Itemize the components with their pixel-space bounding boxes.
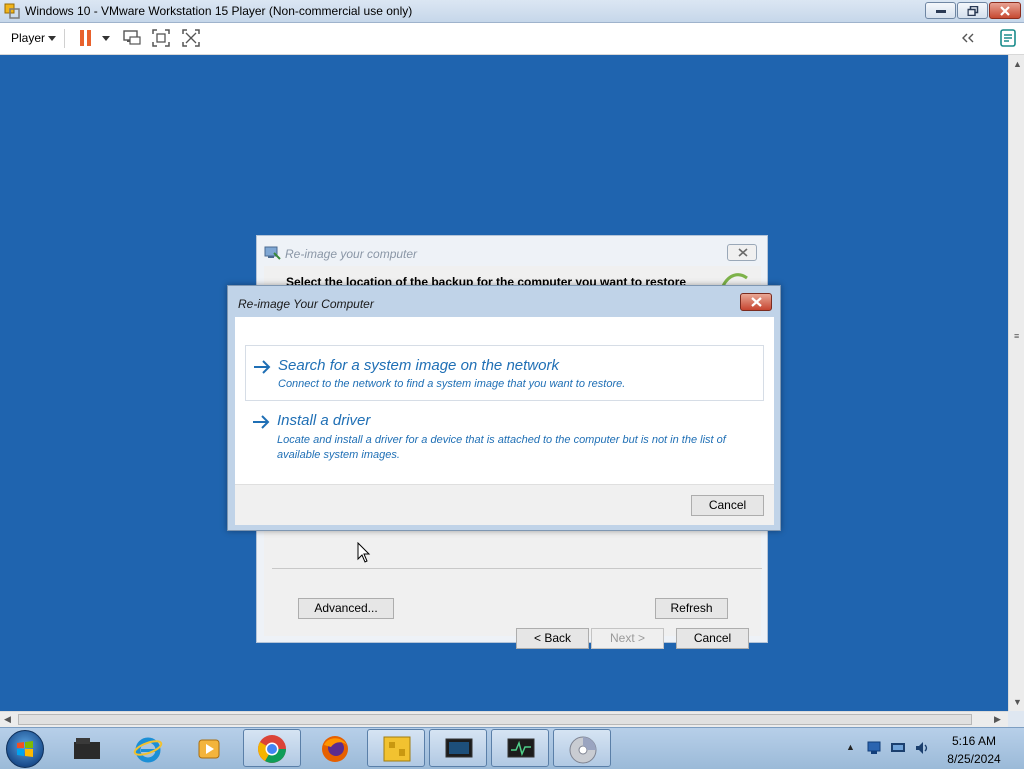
taskbar-disc-app[interactable] (553, 729, 611, 767)
backup-icon (264, 246, 281, 260)
wizard-title: Re-image your computer (285, 247, 418, 261)
taskbar: ▲ 5:16 AM 8/25/2024 (0, 727, 1024, 769)
next-button[interactable]: Next > (591, 628, 664, 649)
notes-icon[interactable] (998, 28, 1018, 48)
taskbar-app-yellow[interactable] (367, 729, 425, 767)
arrow-right-icon (253, 415, 270, 429)
option-title: Search for a system image on the network (278, 357, 559, 374)
option-install-driver[interactable]: Install a driver Locate and install a dr… (245, 404, 764, 468)
pause-icon (80, 30, 84, 46)
horizontal-scroll-thumb[interactable] (18, 714, 972, 725)
taskbar-firefox[interactable] (306, 729, 364, 767)
tray-display-icon[interactable] (890, 740, 906, 756)
restore-icon (967, 5, 978, 16)
tray-volume-icon[interactable] (914, 740, 930, 756)
media-player-icon (198, 739, 220, 759)
scroll-grip-icon[interactable]: ≡ (1014, 331, 1019, 341)
disc-icon (569, 736, 597, 764)
close-icon (751, 297, 762, 307)
minimize-icon (935, 9, 946, 13)
close-icon (1000, 5, 1010, 16)
option-description: Locate and install a driver for a device… (277, 434, 726, 461)
window-title: Windows 10 - VMware Workstation 15 Playe… (25, 4, 413, 18)
tray-network-icon[interactable] (866, 740, 882, 756)
option-title: Install a driver (277, 412, 371, 429)
toolbar-divider (64, 29, 65, 48)
start-orb-icon[interactable] (6, 730, 44, 768)
folder-icon (74, 738, 100, 759)
wizard-close-button[interactable] (727, 244, 757, 261)
full-screen-icon[interactable] (151, 28, 171, 48)
taskbar-chrome[interactable] (243, 729, 301, 767)
option-description: Connect to the network to find a system … (278, 378, 626, 390)
title-bar: Windows 10 - VMware Workstation 15 Playe… (0, 0, 1024, 23)
tray-clock-date[interactable]: 8/25/2024 (940, 752, 1008, 766)
pause-button[interactable] (76, 23, 96, 54)
dialog-cancel-button[interactable]: Cancel (691, 495, 764, 516)
scroll-down-icon[interactable]: ▼ (1013, 697, 1022, 707)
pause-menu-chevron-icon[interactable] (102, 36, 110, 41)
tray-overflow-icon[interactable]: ▲ (846, 742, 855, 752)
taskbar-vm-window-1[interactable] (429, 729, 487, 767)
internet-explorer-icon (133, 737, 163, 763)
tray-clock-time[interactable]: 5:16 AM (944, 734, 1004, 748)
chrome-icon (258, 735, 286, 763)
minimize-button[interactable] (925, 2, 956, 19)
restore-button[interactable] (957, 2, 988, 19)
close-icon (738, 248, 748, 257)
scroll-up-icon[interactable]: ▲ (1013, 59, 1022, 69)
mouse-cursor-icon (357, 542, 371, 563)
firefox-icon (322, 736, 348, 762)
wizard-cancel-button[interactable]: Cancel (676, 628, 749, 649)
monitor-icon (445, 738, 473, 758)
taskbar-media-player[interactable] (181, 729, 239, 767)
unity-icon[interactable] (181, 28, 201, 48)
dialog-footer: Cancel (235, 484, 774, 525)
vertical-scrollbar[interactable]: ▲ ≡ ▼ (1008, 55, 1024, 711)
player-toolbar: Player (0, 23, 1024, 55)
dialog-title: Re-image Your Computer (238, 297, 374, 311)
dialog-content: Search for a system image on the network… (235, 317, 774, 484)
reimage-options-dialog: Re-image Your Computer Search for a syst… (227, 285, 781, 531)
refresh-button[interactable]: Refresh (655, 598, 728, 619)
collapse-icon[interactable] (958, 28, 978, 48)
horizontal-scrollbar[interactable]: ◀ ▶ (0, 711, 1008, 728)
taskbar-vm-window-2[interactable] (491, 729, 549, 767)
vmware-app-icon (4, 3, 20, 19)
back-button[interactable]: < Back (516, 628, 589, 649)
activity-monitor-icon (507, 738, 535, 758)
guest-screen[interactable]: Re-image your computer Select the locati… (0, 55, 1008, 711)
arrow-right-icon (254, 360, 271, 374)
taskbar-file-explorer[interactable] (58, 729, 116, 767)
chevron-down-icon[interactable] (48, 36, 56, 41)
player-menu[interactable]: Player (11, 31, 45, 45)
scroll-left-icon[interactable]: ◀ (4, 714, 11, 725)
scroll-right-icon[interactable]: ▶ (994, 714, 1001, 725)
option-search-network[interactable]: Search for a system image on the network… (245, 345, 764, 401)
close-button[interactable] (989, 2, 1021, 19)
advanced-button[interactable]: Advanced... (298, 598, 394, 619)
wizard-divider (272, 568, 762, 569)
puzzle-app-icon (383, 736, 411, 762)
dialog-close-button[interactable] (740, 293, 772, 311)
taskbar-internet-explorer[interactable] (120, 729, 178, 767)
send-ctrl-alt-del-icon[interactable] (122, 28, 142, 48)
